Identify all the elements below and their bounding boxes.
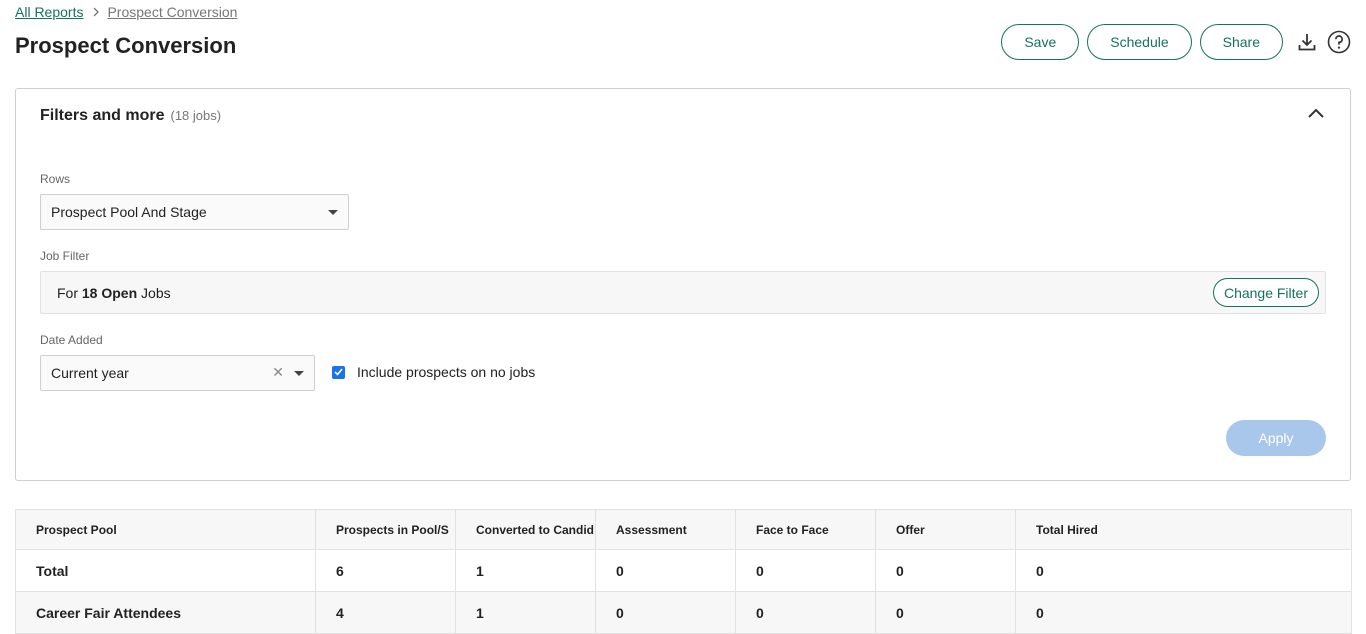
breadcrumb: All Reports Prospect Conversion bbox=[15, 4, 237, 20]
filters-job-count: (18 jobs) bbox=[170, 108, 222, 123]
include-no-jobs-option[interactable]: Include prospects on no jobs bbox=[332, 364, 535, 380]
help-icon[interactable] bbox=[1327, 30, 1351, 54]
table-header-row: Prospect Pool Prospects in Pool/S Conver… bbox=[15, 509, 1352, 550]
rows-select[interactable]: Prospect Pool And Stage bbox=[40, 194, 349, 230]
breadcrumb-current[interactable]: Prospect Conversion bbox=[107, 4, 237, 20]
column-header[interactable]: Face to Face bbox=[735, 509, 876, 550]
clear-icon[interactable]: ✕ bbox=[272, 364, 284, 381]
job-filter-count: 18 Open bbox=[81, 284, 138, 301]
table-row: Career Fair Attendees 4 1 0 0 0 0 bbox=[15, 591, 1352, 634]
column-header[interactable]: Prospects in Pool/S bbox=[315, 509, 456, 550]
table-cell: 0 bbox=[1015, 591, 1352, 634]
chevron-up-icon[interactable] bbox=[1306, 105, 1326, 121]
rows-label: Rows bbox=[40, 172, 71, 186]
filters-panel: Filters and more (18 jobs) Rows Prospect… bbox=[15, 88, 1351, 481]
header-actions: Save Schedule Share bbox=[1001, 24, 1351, 60]
table-cell: 4 bbox=[315, 591, 456, 634]
rows-select-value: Prospect Pool And Stage bbox=[51, 204, 207, 220]
table-cell: Career Fair Attendees bbox=[15, 591, 316, 634]
table-cell: 6 bbox=[315, 549, 456, 592]
download-icon[interactable] bbox=[1295, 30, 1319, 54]
change-filter-button[interactable]: Change Filter bbox=[1212, 278, 1319, 307]
column-header[interactable]: Converted to Candid bbox=[455, 509, 596, 550]
column-header[interactable]: Prospect Pool bbox=[15, 509, 316, 550]
breadcrumb-all-reports-link[interactable]: All Reports bbox=[15, 4, 83, 20]
save-button[interactable]: Save bbox=[1001, 24, 1080, 60]
table-cell: 0 bbox=[735, 591, 876, 634]
table-cell: 1 bbox=[455, 591, 596, 634]
table-cell: 0 bbox=[1015, 549, 1352, 592]
share-button[interactable]: Share bbox=[1199, 24, 1283, 60]
job-filter-prefix: For bbox=[57, 284, 78, 301]
caret-down-icon bbox=[294, 371, 304, 376]
job-filter-suffix: Jobs bbox=[141, 284, 171, 301]
column-header[interactable]: Total Hired bbox=[1015, 509, 1352, 550]
column-header[interactable]: Offer bbox=[875, 509, 1016, 550]
date-added-value: Current year bbox=[51, 365, 129, 381]
table-cell: 0 bbox=[875, 591, 1016, 634]
table-cell: 0 bbox=[735, 549, 876, 592]
caret-down-icon bbox=[328, 210, 338, 215]
apply-button[interactable]: Apply bbox=[1226, 420, 1326, 456]
page-title: Prospect Conversion bbox=[15, 33, 237, 58]
report-table: Prospect Pool Prospects in Pool/S Conver… bbox=[15, 509, 1352, 634]
table-cell: 0 bbox=[595, 549, 736, 592]
table-cell: 0 bbox=[595, 591, 736, 634]
include-no-jobs-label: Include prospects on no jobs bbox=[357, 364, 536, 380]
chevron-right-icon bbox=[92, 7, 100, 17]
job-filter-summary: For 18 Open Jobs Change Filter bbox=[40, 271, 1326, 314]
table-cell: 0 bbox=[875, 549, 1016, 592]
filters-header: Filters and more (18 jobs) bbox=[40, 107, 221, 125]
date-added-label: Date Added bbox=[40, 333, 103, 347]
job-filter-label: Job Filter bbox=[40, 249, 90, 263]
filters-title: Filters and more bbox=[40, 107, 165, 124]
schedule-button[interactable]: Schedule bbox=[1087, 24, 1192, 60]
include-no-jobs-checkbox[interactable] bbox=[332, 365, 345, 379]
table-row: Total 6 1 0 0 0 0 bbox=[15, 549, 1352, 592]
table-cell: Total bbox=[15, 549, 316, 592]
column-header[interactable]: Assessment bbox=[595, 509, 736, 550]
date-added-select[interactable]: Current year ✕ bbox=[40, 355, 315, 391]
table-cell: 1 bbox=[455, 549, 596, 592]
